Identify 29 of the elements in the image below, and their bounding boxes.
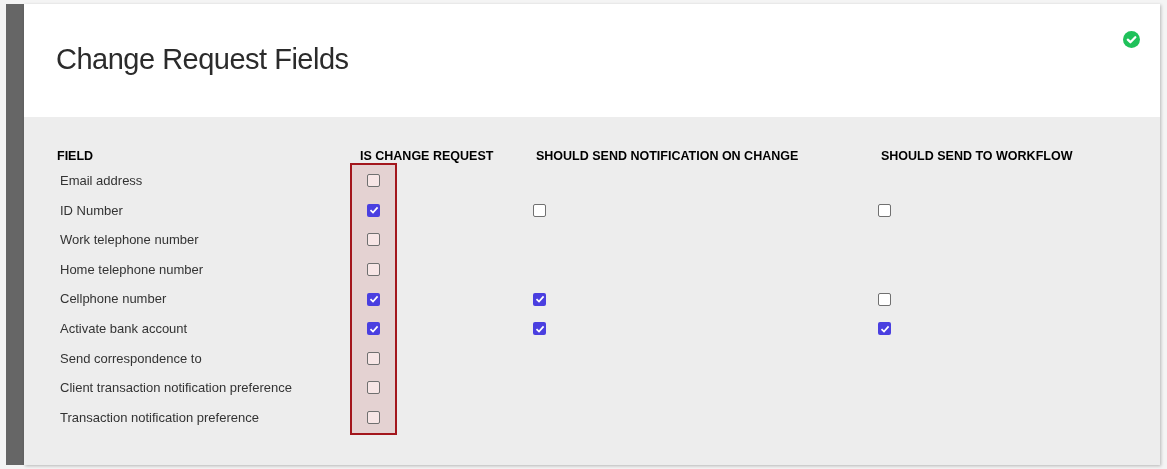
field-label: ID Number [59, 201, 123, 220]
checkbox[interactable] [367, 203, 380, 217]
checkbox[interactable] [367, 322, 380, 336]
checkbox[interactable] [367, 292, 380, 306]
checkbox[interactable] [367, 351, 380, 365]
checkbox[interactable] [533, 322, 546, 336]
column-header: SHOULD SEND TO WORKFLOW [881, 149, 1073, 163]
checkbox[interactable] [878, 292, 891, 306]
field-label: Send correspondence to [59, 349, 202, 368]
checkbox[interactable] [533, 203, 546, 217]
field-label: Home telephone number [59, 260, 204, 279]
checkbox[interactable] [367, 263, 380, 277]
column-header: SHOULD SEND NOTIFICATION ON CHANGE [536, 149, 799, 163]
field-label: Email address [59, 172, 143, 191]
checkbox[interactable] [367, 381, 380, 395]
checkbox[interactable] [878, 203, 891, 217]
column-header: IS CHANGE REQUEST [360, 149, 494, 163]
field-label: Client transaction notification preference [59, 379, 292, 398]
column-header: FIELD [57, 149, 94, 163]
checkbox[interactable] [367, 233, 380, 247]
page-title: Change Request Fields [56, 41, 349, 77]
field-label: Cellphone number [59, 290, 167, 309]
field-label: Transaction notification preference [59, 408, 259, 427]
checkbox[interactable] [533, 292, 546, 306]
checkbox[interactable] [367, 174, 380, 188]
field-label: Work telephone number [59, 231, 199, 250]
field-label: Activate bank account [59, 320, 188, 338]
checkbox[interactable] [367, 411, 380, 425]
checkbox[interactable] [878, 322, 891, 336]
